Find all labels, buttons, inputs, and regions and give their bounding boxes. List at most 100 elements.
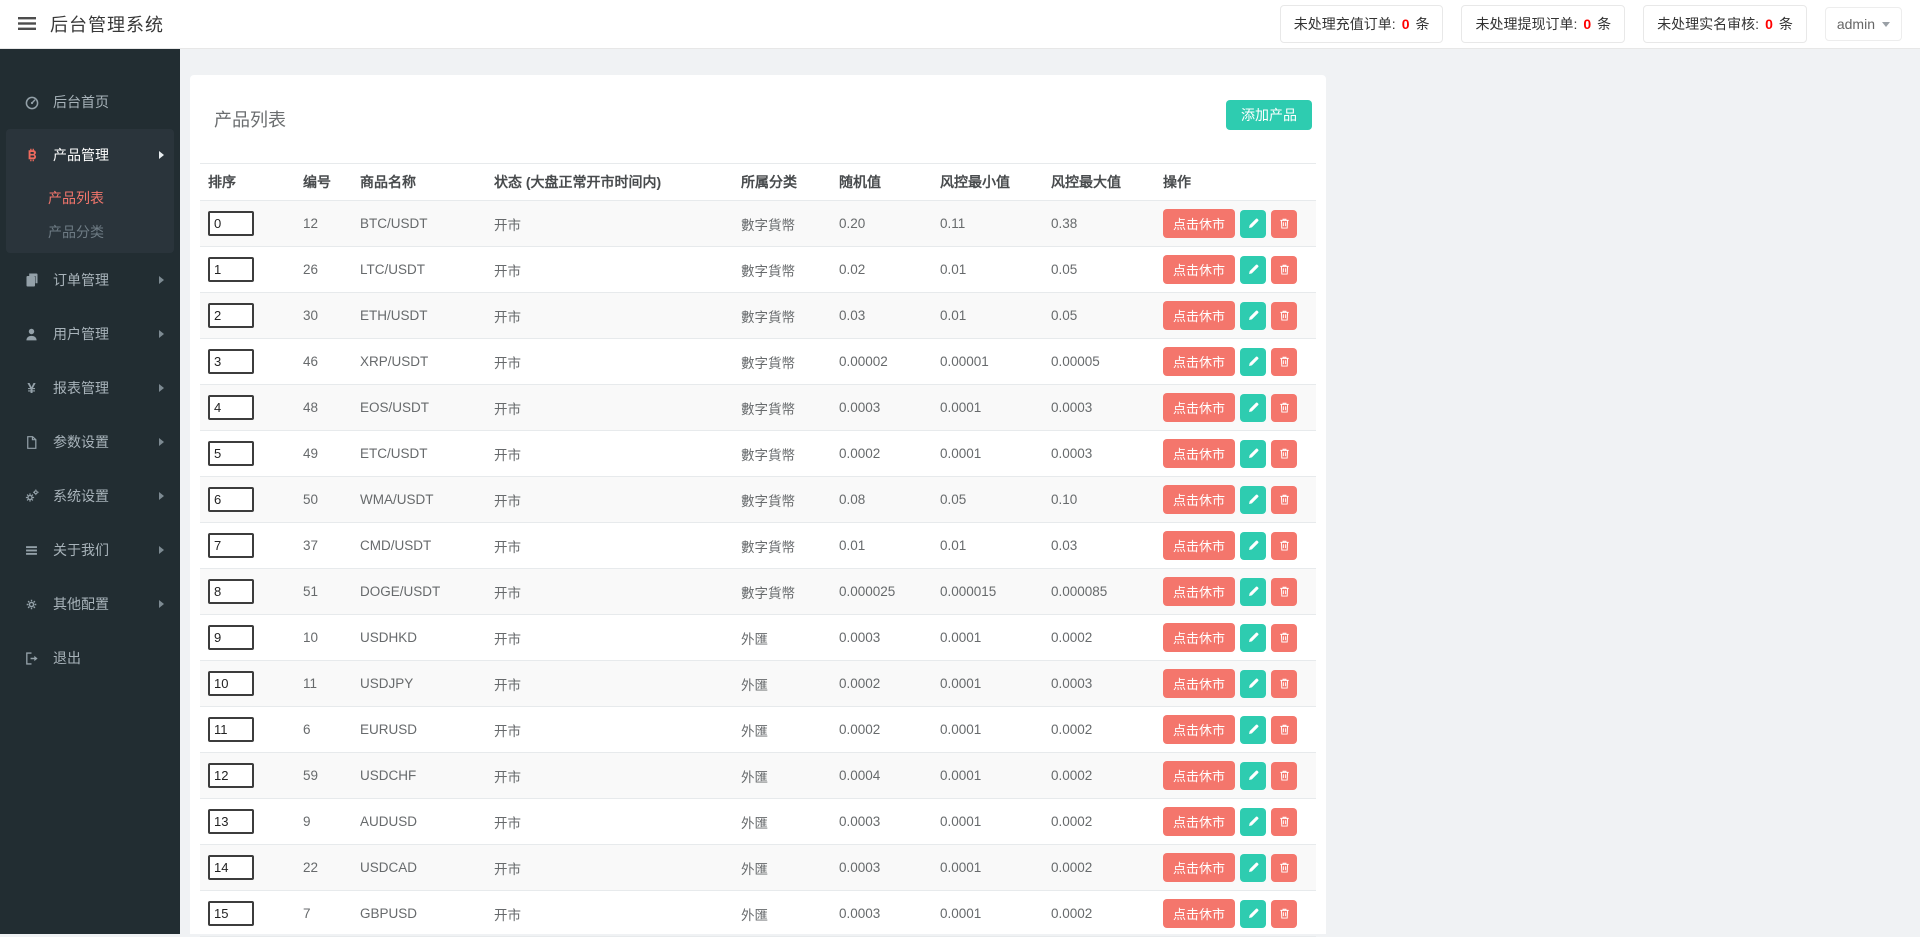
sidebar-item-product-category[interactable]: 产品分类 xyxy=(6,215,174,249)
delete-button[interactable] xyxy=(1271,486,1297,514)
delete-button[interactable] xyxy=(1271,440,1297,468)
delete-button[interactable] xyxy=(1271,394,1297,422)
random-value: 0.000025 xyxy=(831,569,932,615)
product-status: 开市 xyxy=(486,293,733,339)
edit-button[interactable] xyxy=(1240,624,1266,652)
page-title: 产品列表 xyxy=(214,106,286,132)
edit-button[interactable] xyxy=(1240,808,1266,836)
close-market-button[interactable]: 点击休市 xyxy=(1163,255,1235,284)
close-market-button[interactable]: 点击休市 xyxy=(1163,807,1235,836)
badge-unit: 条 xyxy=(1779,14,1793,34)
sort-order-input[interactable] xyxy=(208,349,254,374)
edit-button[interactable] xyxy=(1240,854,1266,882)
delete-button[interactable] xyxy=(1271,256,1297,284)
close-market-button[interactable]: 点击休市 xyxy=(1163,531,1235,560)
delete-button[interactable] xyxy=(1271,716,1297,744)
close-market-button[interactable]: 点击休市 xyxy=(1163,761,1235,790)
sidebar-item-user-management[interactable]: 用户管理 xyxy=(0,307,180,361)
sidebar-item-label: 参数设置 xyxy=(53,432,109,452)
edit-button[interactable] xyxy=(1240,302,1266,330)
sidebar-item-product-list[interactable]: 产品列表 xyxy=(6,181,174,215)
edit-button[interactable] xyxy=(1240,486,1266,514)
table-row: 10 USDHKD 开市 外匯 0.0003 0.0001 0.0002 点击休… xyxy=(200,615,1316,661)
edit-button[interactable] xyxy=(1240,578,1266,606)
sort-order-input[interactable] xyxy=(208,303,254,328)
product-table: 排序 编号 商品名称 状态 (大盘正常开市时间内) 所属分类 随机值 风控最小值… xyxy=(200,163,1316,937)
sort-order-input[interactable] xyxy=(208,763,254,788)
edit-button[interactable] xyxy=(1240,348,1266,376)
close-market-button[interactable]: 点击休市 xyxy=(1163,439,1235,468)
delete-button[interactable] xyxy=(1271,670,1297,698)
close-market-button[interactable]: 点击休市 xyxy=(1163,577,1235,606)
close-market-button[interactable]: 点击休市 xyxy=(1163,853,1235,882)
sidebar-item-about-us[interactable]: 关于我们 xyxy=(0,523,180,577)
edit-button[interactable] xyxy=(1240,440,1266,468)
delete-button[interactable] xyxy=(1271,854,1297,882)
sort-order-input[interactable] xyxy=(208,579,254,604)
admin-user-dropdown[interactable]: admin xyxy=(1825,7,1902,41)
close-market-button[interactable]: 点击休市 xyxy=(1163,347,1235,376)
edit-button[interactable] xyxy=(1240,900,1266,928)
sort-order-input[interactable] xyxy=(208,671,254,696)
edit-button[interactable] xyxy=(1240,394,1266,422)
sidebar-item-report-management[interactable]: ¥ 报表管理 xyxy=(0,361,180,415)
delete-button[interactable] xyxy=(1271,302,1297,330)
delete-button[interactable] xyxy=(1271,762,1297,790)
sort-order-input[interactable] xyxy=(208,717,254,742)
product-name: USDHKD xyxy=(352,615,486,661)
delete-button[interactable] xyxy=(1271,900,1297,928)
sidebar-item-other-config[interactable]: 其他配置 xyxy=(0,577,180,631)
sidebar-item-product-management[interactable]: 产品管理 xyxy=(6,129,174,181)
sort-order-input[interactable] xyxy=(208,487,254,512)
close-market-button[interactable]: 点击休市 xyxy=(1163,669,1235,698)
risk-min-value: 0.0001 xyxy=(932,753,1043,799)
risk-max-value: 0.10 xyxy=(1043,477,1155,523)
edit-button[interactable] xyxy=(1240,716,1266,744)
edit-button[interactable] xyxy=(1240,762,1266,790)
risk-max-value: 0.05 xyxy=(1043,247,1155,293)
sidebar-item-label: 退出 xyxy=(53,648,81,668)
close-market-button[interactable]: 点击休市 xyxy=(1163,899,1235,928)
sidebar-item-logout[interactable]: 退出 xyxy=(0,631,180,685)
close-market-button[interactable]: 点击休市 xyxy=(1163,623,1235,652)
delete-button[interactable] xyxy=(1271,348,1297,376)
table-row: 9 AUDUSD 开市 外匯 0.0003 0.0001 0.0002 点击休市 xyxy=(200,799,1316,845)
close-market-button[interactable]: 点击休市 xyxy=(1163,209,1235,238)
sidebar-item-system-settings[interactable]: 系统设置 xyxy=(0,469,180,523)
sort-order-input[interactable] xyxy=(208,533,254,558)
edit-button[interactable] xyxy=(1240,670,1266,698)
close-market-button[interactable]: 点击休市 xyxy=(1163,393,1235,422)
close-market-button[interactable]: 点击休市 xyxy=(1163,485,1235,514)
pending-kyc-review-badge[interactable]: 未处理实名审核: 0 条 xyxy=(1643,5,1807,43)
delete-button[interactable] xyxy=(1271,578,1297,606)
close-market-button[interactable]: 点击休市 xyxy=(1163,301,1235,330)
sort-order-input[interactable] xyxy=(208,625,254,650)
sort-order-input[interactable] xyxy=(208,211,254,236)
delete-button[interactable] xyxy=(1271,210,1297,238)
delete-button[interactable] xyxy=(1271,808,1297,836)
hamburger-menu-icon[interactable] xyxy=(18,17,36,31)
sort-order-input[interactable] xyxy=(208,257,254,282)
edit-button[interactable] xyxy=(1240,210,1266,238)
pending-withdrawal-orders-badge[interactable]: 未处理提现订单: 0 条 xyxy=(1461,5,1625,43)
delete-button[interactable] xyxy=(1271,624,1297,652)
product-id: 6 xyxy=(295,707,352,753)
add-product-button[interactable]: 添加产品 xyxy=(1226,100,1312,130)
edit-button[interactable] xyxy=(1240,256,1266,284)
sort-order-input[interactable] xyxy=(208,901,254,926)
sidebar-subitem-label: 产品列表 xyxy=(48,188,104,208)
edit-button[interactable] xyxy=(1240,532,1266,560)
pencil-icon xyxy=(1247,769,1260,782)
product-category: 數字貨幣 xyxy=(733,293,831,339)
sort-order-input[interactable] xyxy=(208,441,254,466)
sort-order-input[interactable] xyxy=(208,809,254,834)
sidebar-item-parameter-settings[interactable]: 参数设置 xyxy=(0,415,180,469)
close-market-button[interactable]: 点击休市 xyxy=(1163,715,1235,744)
sort-order-input[interactable] xyxy=(208,855,254,880)
delete-button[interactable] xyxy=(1271,532,1297,560)
sidebar-item-order-management[interactable]: 订单管理 xyxy=(0,253,180,307)
sidebar-item-home[interactable]: 后台首页 xyxy=(0,75,180,129)
chevron-down-icon xyxy=(1882,22,1890,27)
pending-recharge-orders-badge[interactable]: 未处理充值订单: 0 条 xyxy=(1280,5,1444,43)
sort-order-input[interactable] xyxy=(208,395,254,420)
